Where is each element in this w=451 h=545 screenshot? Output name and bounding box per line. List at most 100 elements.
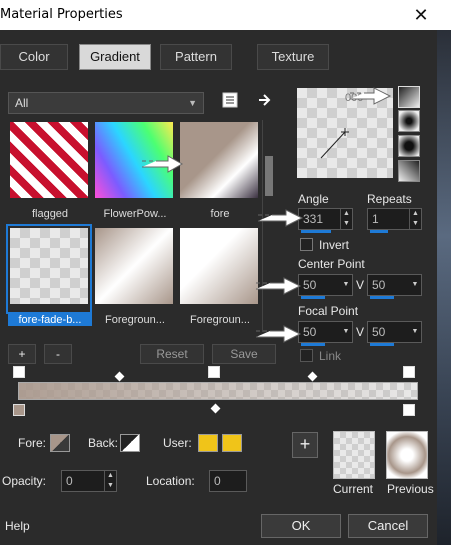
radial-style-icon[interactable] (398, 160, 420, 182)
previous-swatch[interactable] (386, 431, 428, 479)
opacity-value: 0 (66, 474, 73, 488)
angle-label: Angle (298, 192, 329, 206)
repeats-value: 1 (372, 212, 379, 226)
link-checkbox[interactable] (300, 349, 313, 362)
focal-v-input[interactable]: 50 ▼ (367, 321, 422, 346)
location-input[interactable]: 0 (209, 470, 247, 492)
chevron-down-icon[interactable]: ▼ (409, 322, 421, 342)
spin-arrows-icon[interactable]: ▲ ▼ (340, 209, 352, 229)
top-midpoint-marker[interactable] (307, 371, 318, 382)
tutorial-arrow-icon (256, 325, 302, 343)
focal-v-value: 50 (372, 325, 386, 339)
center-h-slider[interactable] (301, 296, 325, 299)
angle-slider[interactable] (301, 230, 331, 233)
cancel-button[interactable]: Cancel (348, 514, 428, 538)
tab-color[interactable]: Color (0, 44, 68, 70)
gradient-category-select[interactable]: All ▼ (8, 92, 204, 114)
focal-v-slider[interactable] (370, 343, 394, 346)
gradient-item[interactable]: flagged (8, 120, 90, 220)
location-label: Location: (146, 474, 195, 488)
user-color-swatch[interactable] (198, 434, 218, 452)
gradient-thumbnail-flagged (10, 122, 88, 198)
user-label: User: (163, 436, 192, 450)
gradient-label: fore-fade-b... (8, 314, 92, 326)
scrollbar-thumb[interactable] (265, 156, 273, 196)
gradient-editor-bar[interactable] (18, 382, 418, 400)
center-v-label: V (356, 278, 365, 292)
center-v-input[interactable]: 50 ▼ (367, 274, 422, 299)
gradient-library: flagged FlowerPow... fore fore-fade-b...… (6, 120, 260, 332)
spin-arrows-icon[interactable]: ▲ ▼ (104, 471, 116, 491)
user-color-swatch[interactable] (222, 434, 242, 452)
back-swatch[interactable] (120, 434, 140, 452)
current-label: Current (333, 482, 374, 496)
gradient-label: Foregroun... (105, 314, 165, 326)
top-end-stop-marker[interactable] (403, 366, 415, 378)
reset-button[interactable]: Reset (140, 344, 204, 364)
tab-texture[interactable]: Texture (257, 44, 329, 70)
gradient-label: Foregroun... (190, 314, 250, 326)
top-middle-stop-marker[interactable] (208, 366, 220, 378)
fore-label: Fore: (18, 436, 47, 450)
tutorial-arrow-icon (350, 87, 392, 105)
arrow-right-icon[interactable] (255, 92, 275, 112)
repeats-slider[interactable] (370, 230, 388, 233)
tutorial-arrow-icon (256, 277, 302, 295)
chevron-down-icon[interactable]: ▼ (409, 275, 421, 295)
spin-arrows-icon[interactable]: ▲ ▼ (409, 209, 421, 229)
gradient-item-selected[interactable]: fore-fade-b... (6, 224, 92, 326)
title-bar: Material Properties ✕ (0, 0, 451, 30)
fore-swatch[interactable] (50, 434, 70, 452)
center-v-value: 50 (372, 278, 386, 292)
bottom-end-stop-marker[interactable] (403, 404, 415, 416)
center-point-label: Center Point (298, 257, 365, 271)
focal-v-label: V (356, 325, 365, 339)
top-start-stop-marker[interactable] (13, 366, 25, 378)
bottom-start-stop-marker[interactable] (13, 404, 25, 416)
remove-gradient-button[interactable]: - (44, 344, 72, 364)
save-button[interactable]: Save (212, 344, 276, 364)
location-value: 0 (214, 474, 221, 488)
gradient-label: fore (210, 208, 230, 220)
gradient-thumbnail-fore-fade (10, 228, 88, 304)
sunburst-style-icon[interactable] (398, 135, 420, 157)
list-view-icon[interactable] (220, 92, 240, 112)
tab-bar: Color Gradient Pattern Texture (0, 44, 437, 74)
rectangular-style-icon[interactable] (398, 110, 420, 132)
top-midpoint-marker[interactable] (114, 371, 125, 382)
chevron-down-icon: ▼ (188, 98, 197, 108)
help-link[interactable]: Help (5, 519, 30, 533)
gradient-thumbnail-foreground2 (180, 228, 258, 304)
gradient-item[interactable]: Foregroun... (93, 226, 175, 326)
add-to-swatches-button[interactable]: + (292, 432, 318, 458)
opacity-input[interactable]: 0 ▲ ▼ (61, 470, 117, 492)
add-gradient-button[interactable]: + (8, 344, 36, 364)
current-swatch[interactable] (333, 431, 375, 479)
gradient-item[interactable]: Foregroun... (178, 226, 260, 326)
category-selected-value: All (15, 96, 29, 110)
gradient-label: FlowerPow... (103, 208, 167, 220)
ok-button[interactable]: OK (261, 514, 341, 538)
link-label: Link (319, 349, 342, 363)
previous-label: Previous (387, 482, 434, 496)
close-icon[interactable]: ✕ (407, 3, 435, 27)
tab-gradient[interactable]: Gradient (79, 44, 151, 70)
gradient-fill (19, 383, 417, 399)
tab-pattern[interactable]: Pattern (160, 44, 232, 70)
center-v-slider[interactable] (370, 296, 394, 299)
back-label: Back: (88, 436, 119, 450)
opacity-label: Opacity: (2, 474, 47, 488)
background-window-strip (437, 30, 451, 545)
invert-checkbox[interactable] (300, 238, 313, 251)
tutorial-arrow-icon (258, 209, 304, 227)
window-title: Material Properties (0, 7, 123, 22)
invert-label: Invert (319, 238, 350, 252)
chevron-down-icon[interactable]: ▼ (340, 275, 352, 295)
chevron-down-icon[interactable]: ▼ (340, 322, 352, 342)
repeats-input[interactable]: 1 ▲ ▼ (367, 208, 422, 233)
tutorial-arrow-icon (142, 155, 184, 173)
bottom-midpoint-marker[interactable] (210, 403, 221, 414)
repeats-label: Repeats (367, 192, 412, 206)
gradient-label: flagged (31, 208, 69, 220)
focal-point-label: Focal Point (298, 304, 359, 318)
